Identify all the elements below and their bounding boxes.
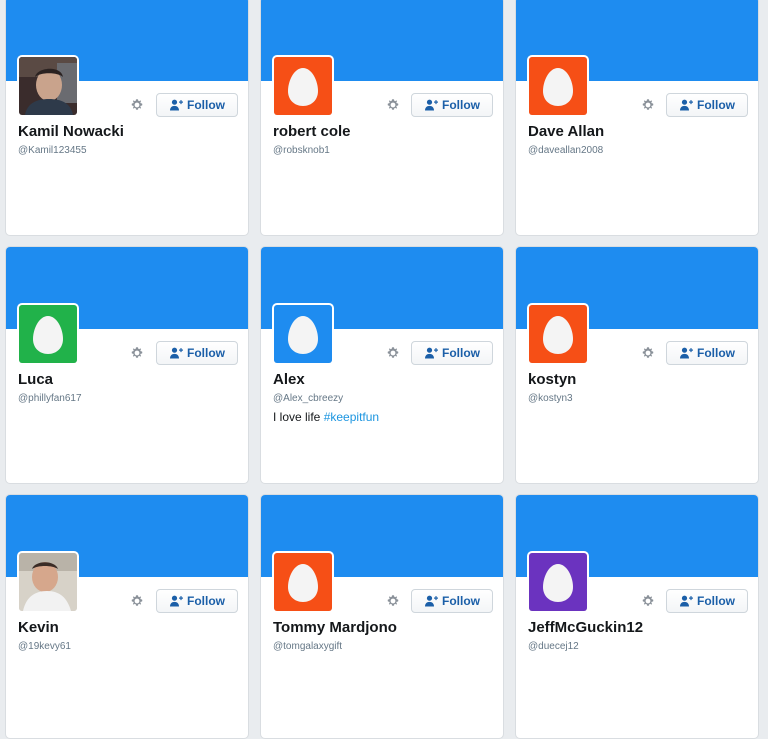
avatar[interactable]	[272, 55, 334, 117]
profile-card[interactable]: Follow kostyn @kostyn3	[515, 246, 759, 484]
profile-handle[interactable]: @Alex_cbreezy	[273, 393, 343, 404]
add-user-icon	[424, 595, 442, 607]
avatar[interactable]	[272, 303, 334, 365]
gear-icon[interactable]	[385, 97, 401, 113]
profile-handle[interactable]: @robsknob1	[273, 145, 330, 156]
follow-label: Follow	[187, 98, 225, 112]
avatar[interactable]	[17, 303, 79, 365]
avatar[interactable]	[17, 551, 79, 613]
gear-icon[interactable]	[129, 345, 145, 361]
follow-button[interactable]: Follow	[666, 93, 748, 117]
gear-icon[interactable]	[129, 97, 145, 113]
profile-handle[interactable]: @19kevy61	[18, 641, 71, 652]
follow-button[interactable]: Follow	[156, 93, 238, 117]
profile-name[interactable]: kostyn	[528, 371, 576, 388]
profile-name[interactable]: robert cole	[273, 123, 351, 140]
profile-name[interactable]: Tommy Mardjono	[273, 619, 397, 636]
gear-icon[interactable]	[385, 345, 401, 361]
profile-name[interactable]: Luca	[18, 371, 53, 388]
avatar[interactable]	[527, 303, 589, 365]
profile-card[interactable]: Follow Dave Allan @daveallan2008	[515, 0, 759, 236]
profile-card[interactable]: Follow Kevin @19kevy61	[5, 494, 249, 739]
profile-card[interactable]: Follow Luca @phillyfan617	[5, 246, 249, 484]
follow-label: Follow	[697, 346, 735, 360]
follow-button[interactable]: Follow	[156, 341, 238, 365]
bio-text: I love life	[273, 410, 324, 424]
gear-icon[interactable]	[385, 593, 401, 609]
profile-card[interactable]: Follow robert cole @robsknob1	[260, 0, 504, 236]
profile-handle[interactable]: @tomgalaxygift	[273, 641, 342, 652]
profile-handle[interactable]: @kostyn3	[528, 393, 573, 404]
profile-name[interactable]: Kevin	[18, 619, 59, 636]
follow-label: Follow	[442, 594, 480, 608]
profile-handle[interactable]: @daveallan2008	[528, 145, 603, 156]
profile-handle[interactable]: @phillyfan617	[18, 393, 82, 404]
profile-name[interactable]: Kamil Nowacki	[18, 123, 124, 140]
avatar[interactable]	[17, 55, 79, 117]
profile-bio: I love life #keepitfun	[273, 410, 379, 424]
profile-card[interactable]: Follow JeffMcGuckin12 @duecej12	[515, 494, 759, 739]
profile-card[interactable]: Follow Kamil Nowacki @Kamil123455	[5, 0, 249, 236]
follow-label: Follow	[442, 98, 480, 112]
profile-handle[interactable]: @Kamil123455	[18, 145, 87, 156]
follow-button[interactable]: Follow	[666, 589, 748, 613]
add-user-icon	[679, 595, 697, 607]
follow-button[interactable]: Follow	[411, 341, 493, 365]
follow-label: Follow	[697, 98, 735, 112]
profile-name[interactable]: JeffMcGuckin12	[528, 619, 643, 636]
add-user-icon	[169, 595, 187, 607]
follow-button[interactable]: Follow	[411, 93, 493, 117]
profile-card[interactable]: Follow Tommy Mardjono @tomgalaxygift	[260, 494, 504, 739]
add-user-icon	[169, 347, 187, 359]
profile-handle[interactable]: @duecej12	[528, 641, 579, 652]
hashtag-link[interactable]: #keepitfun	[324, 410, 379, 424]
add-user-icon	[679, 99, 697, 111]
follow-button[interactable]: Follow	[156, 589, 238, 613]
gear-icon[interactable]	[129, 593, 145, 609]
follow-button[interactable]: Follow	[666, 341, 748, 365]
follow-button[interactable]: Follow	[411, 589, 493, 613]
add-user-icon	[169, 99, 187, 111]
avatar[interactable]	[527, 55, 589, 117]
add-user-icon	[679, 347, 697, 359]
avatar[interactable]	[527, 551, 589, 613]
profile-card-grid: Follow Kamil Nowacki @Kamil123455 Follow…	[0, 0, 768, 739]
add-user-icon	[424, 99, 442, 111]
avatar[interactable]	[272, 551, 334, 613]
profile-name[interactable]: Alex	[273, 371, 305, 388]
profile-name[interactable]: Dave Allan	[528, 123, 604, 140]
add-user-icon	[424, 347, 442, 359]
follow-label: Follow	[187, 346, 225, 360]
gear-icon[interactable]	[640, 345, 656, 361]
gear-icon[interactable]	[640, 593, 656, 609]
follow-label: Follow	[442, 346, 480, 360]
follow-label: Follow	[697, 594, 735, 608]
gear-icon[interactable]	[640, 97, 656, 113]
follow-label: Follow	[187, 594, 225, 608]
profile-card[interactable]: Follow Alex @Alex_cbreezy I love life #k…	[260, 246, 504, 484]
